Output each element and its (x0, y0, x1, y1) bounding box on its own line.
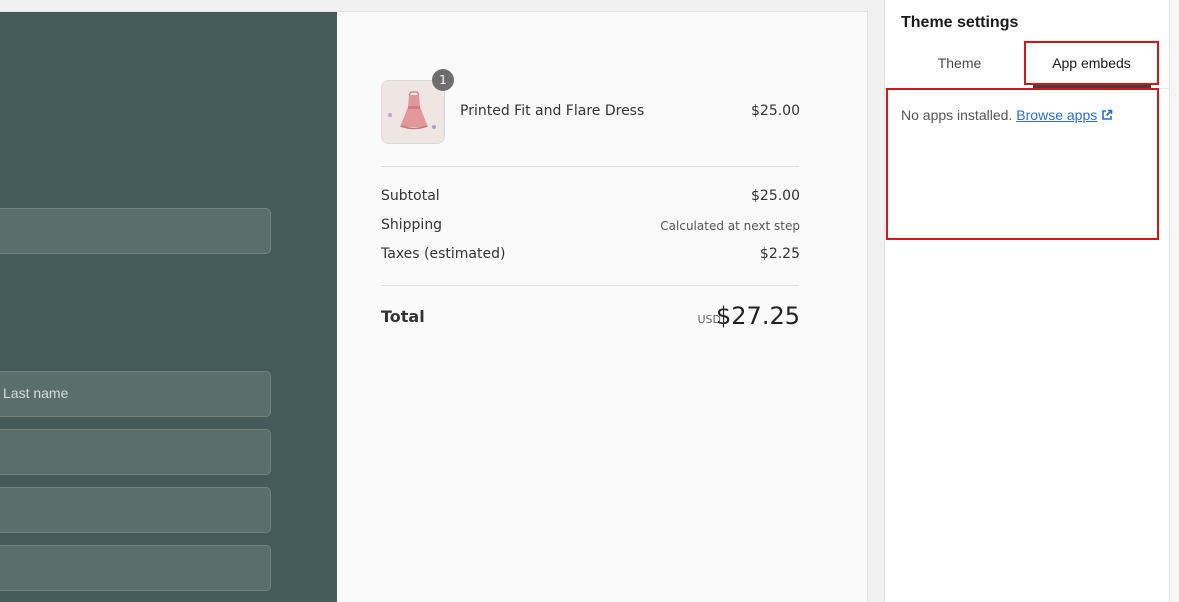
checkout-form-pane: Last name (0, 12, 337, 602)
browse-apps-link[interactable]: Browse apps (1016, 107, 1113, 123)
subtotal-value: $25.00 (751, 188, 800, 204)
shipping-label: Shipping (381, 217, 443, 233)
form-field-3[interactable] (0, 429, 271, 475)
product-name: Printed Fit and Flare Dress (460, 103, 645, 119)
quantity-badge: 1 (432, 69, 454, 91)
last-name-placeholder: Last name (3, 385, 69, 401)
empty-message: No apps installed. (901, 107, 1013, 123)
summary-divider (381, 166, 799, 167)
form-field-1[interactable] (0, 208, 271, 254)
total-divider (381, 285, 799, 286)
panel-scrollbar[interactable] (1169, 0, 1179, 602)
theme-settings-panel: Theme settings Theme App embeds No apps … (884, 0, 1170, 602)
total-amount: $27.25 (716, 302, 800, 330)
tab-app-embeds[interactable]: App embeds (1024, 42, 1159, 84)
empty-state: No apps installed. Browse apps (901, 107, 1113, 124)
checkout-preview: Last name 1 Printed Fit and Flare Dress … (0, 11, 868, 602)
tab-theme[interactable]: Theme (901, 42, 1018, 84)
panel-title: Theme settings (901, 14, 1019, 31)
total-label: Total (381, 307, 425, 326)
browse-apps-label: Browse apps (1016, 107, 1098, 123)
order-summary: 1 Printed Fit and Flare Dress $25.00 Sub… (381, 12, 800, 602)
subtotal-label: Subtotal (381, 188, 440, 204)
product-price: $25.00 (751, 103, 800, 119)
taxes-value: $2.25 (759, 246, 800, 262)
shipping-value: Calculated at next step (660, 219, 800, 233)
taxes-label: Taxes (estimated) (381, 246, 506, 262)
form-field-5[interactable] (0, 545, 271, 591)
last-name-field[interactable]: Last name (0, 371, 271, 417)
form-field-4[interactable] (0, 487, 271, 533)
theme-editor: Last name 1 Printed Fit and Flare Dress … (0, 0, 1179, 602)
dress-thumbnail-icon (381, 80, 445, 144)
external-link-icon (1101, 108, 1113, 124)
